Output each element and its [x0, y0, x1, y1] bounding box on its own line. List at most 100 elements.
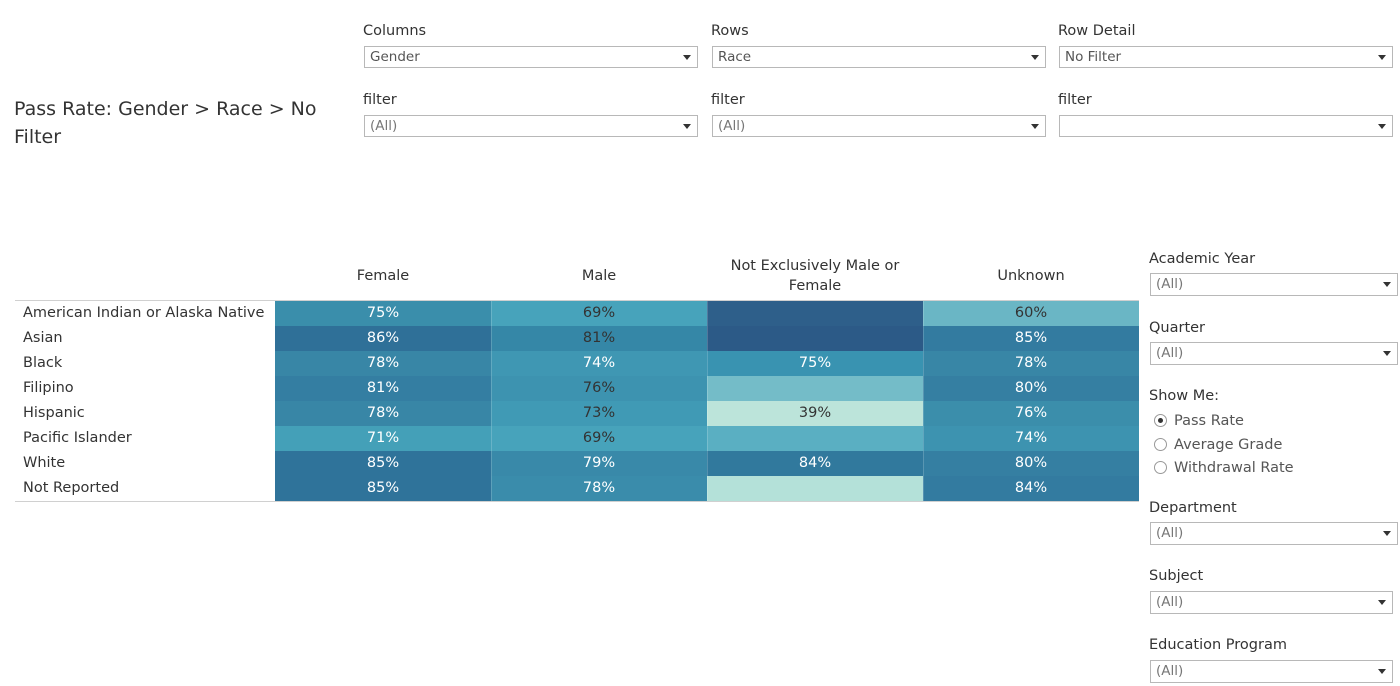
page-title: Pass Rate: Gender > Race > No Filter: [14, 98, 317, 148]
heatmap-cell[interactable]: 69%: [491, 426, 707, 451]
department-label: Department: [1149, 500, 1237, 516]
heatmap-cell[interactable]: 74%: [491, 351, 707, 376]
heatmap-cell[interactable]: 84%: [923, 476, 1139, 501]
heatmap-cell[interactable]: 84%: [707, 451, 923, 476]
filter2-dropdown[interactable]: (All): [712, 115, 1046, 137]
filter2-label: filter: [711, 92, 745, 108]
heatmap-cell[interactable]: 78%: [275, 351, 491, 376]
row-label: Asian: [23, 330, 63, 346]
heatmap-cell[interactable]: 69%: [491, 301, 707, 326]
heatmap-cell[interactable]: 76%: [923, 401, 1139, 426]
heatmap-cell[interactable]: 78%: [491, 476, 707, 501]
filter2-value: (All): [718, 118, 746, 134]
column-divider: [707, 301, 708, 501]
row-label: Filipino: [23, 380, 74, 396]
heatmap-cell[interactable]: [707, 476, 923, 501]
chevron-down-icon: [1383, 351, 1391, 356]
column-divider: [491, 301, 492, 501]
quarter-label: Quarter: [1149, 320, 1206, 336]
row-label: American Indian or Alaska Native: [23, 305, 265, 321]
heatmap-cell[interactable]: 71%: [275, 426, 491, 451]
radio-label: Pass Rate: [1174, 413, 1244, 429]
radio-selected-icon: [1154, 414, 1167, 427]
radio-average-grade[interactable]: Average Grade: [1154, 435, 1282, 455]
heatmap-cell[interactable]: [707, 426, 923, 451]
heatmap-cell[interactable]: 75%: [707, 351, 923, 376]
radio-label: Withdrawal Rate: [1174, 460, 1294, 476]
heatmap-cell[interactable]: 75%: [275, 301, 491, 326]
heatmap-cell[interactable]: 85%: [923, 326, 1139, 351]
chevron-down-icon: [1378, 55, 1386, 60]
radio-unselected-icon: [1154, 461, 1167, 474]
rows-value: Race: [718, 49, 752, 65]
heatmap-cell[interactable]: 73%: [491, 401, 707, 426]
subject-dropdown[interactable]: (All): [1150, 591, 1393, 614]
heatmap-cell[interactable]: [707, 376, 923, 401]
chevron-down-icon: [1378, 600, 1386, 605]
radio-pass-rate[interactable]: Pass Rate: [1154, 411, 1244, 431]
academic-year-value: (All): [1156, 276, 1184, 292]
rows-label: Rows: [711, 23, 749, 39]
heatmap-cell[interactable]: 81%: [275, 376, 491, 401]
chevron-down-icon: [1378, 124, 1386, 129]
filter1-dropdown[interactable]: (All): [364, 115, 698, 137]
academic-year-label: Academic Year: [1149, 251, 1256, 267]
row-detail-label: Row Detail: [1058, 23, 1136, 39]
heatmap-cell[interactable]: 39%: [707, 401, 923, 426]
heatmap-cell[interactable]: 81%: [491, 326, 707, 351]
row-detail-value: No Filter: [1065, 49, 1122, 65]
heatmap-cell[interactable]: 85%: [275, 451, 491, 476]
chevron-down-icon: [1383, 282, 1391, 287]
radio-withdrawal-rate[interactable]: Withdrawal Rate: [1154, 458, 1294, 478]
chevron-down-icon: [683, 124, 691, 129]
quarter-value: (All): [1156, 345, 1184, 361]
column-header: Not Exclusively Male or Female: [730, 258, 900, 294]
column-header: Female: [356, 268, 410, 284]
row-label: Not Reported: [23, 480, 120, 496]
chevron-down-icon: [1031, 55, 1039, 60]
filter3-dropdown[interactable]: [1059, 115, 1393, 137]
columns-dropdown[interactable]: Gender: [364, 46, 698, 68]
chevron-down-icon: [683, 55, 691, 60]
heatmap-cell[interactable]: 85%: [275, 476, 491, 501]
heatmap-cell[interactable]: [707, 326, 923, 351]
heatmap-cell[interactable]: 76%: [491, 376, 707, 401]
chevron-down-icon: [1031, 124, 1039, 129]
subject-value: (All): [1156, 594, 1184, 610]
heatmap-cell[interactable]: 60%: [923, 301, 1139, 326]
row-label: Black: [23, 355, 63, 371]
chevron-down-icon: [1383, 531, 1391, 536]
heatmap-cell[interactable]: 78%: [923, 351, 1139, 376]
row-label: Pacific Islander: [23, 430, 132, 446]
row-label: White: [23, 455, 66, 471]
education-program-value: (All): [1156, 663, 1184, 679]
education-program-dropdown[interactable]: (All): [1150, 660, 1393, 683]
quarter-dropdown[interactable]: (All): [1150, 342, 1398, 365]
column-header: Unknown: [997, 268, 1065, 284]
table-bottom-border: [15, 501, 1139, 502]
academic-year-dropdown[interactable]: (All): [1150, 273, 1398, 296]
department-dropdown[interactable]: (All): [1150, 522, 1398, 545]
heatmap-cell[interactable]: 79%: [491, 451, 707, 476]
rows-dropdown[interactable]: Race: [712, 46, 1046, 68]
heatmap-cell[interactable]: 80%: [923, 451, 1139, 476]
radio-label: Average Grade: [1174, 437, 1283, 453]
chevron-down-icon: [1378, 669, 1386, 674]
filter1-label: filter: [363, 92, 397, 108]
heatmap-cell[interactable]: 74%: [923, 426, 1139, 451]
radio-unselected-icon: [1154, 438, 1167, 451]
heatmap-cell[interactable]: 86%: [275, 326, 491, 351]
columns-label: Columns: [363, 23, 427, 39]
row-detail-dropdown[interactable]: No Filter: [1059, 46, 1393, 68]
column-header: Male: [581, 268, 617, 284]
filter3-label: filter: [1058, 92, 1092, 108]
columns-value: Gender: [370, 49, 420, 65]
heatmap-cell[interactable]: [707, 301, 923, 326]
column-divider: [923, 301, 924, 501]
row-label: Hispanic: [23, 405, 85, 421]
education-program-label: Education Program: [1149, 637, 1287, 653]
heatmap-cell[interactable]: 78%: [275, 401, 491, 426]
department-value: (All): [1156, 525, 1184, 541]
filter1-value: (All): [370, 118, 398, 134]
heatmap-cell[interactable]: 80%: [923, 376, 1139, 401]
